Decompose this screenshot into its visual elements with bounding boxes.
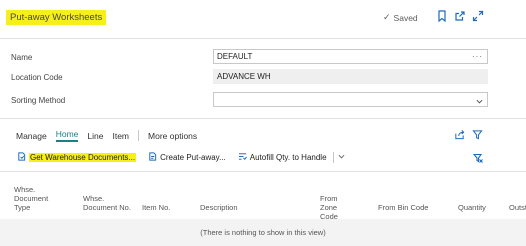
checkmark-icon: ✓: [383, 12, 391, 22]
expand-icon[interactable]: [472, 10, 484, 24]
saved-status: ✓ Saved: [383, 12, 418, 23]
name-value: DEFAULT: [217, 52, 253, 61]
tab-line[interactable]: Line: [87, 131, 103, 141]
more-actions-chevron-icon[interactable]: [338, 153, 345, 162]
grid-divider: [0, 171, 526, 172]
action-separator: [332, 152, 334, 163]
saved-label: Saved: [393, 12, 418, 23]
location-code-label: Location Code: [11, 73, 63, 82]
name-label: Name: [11, 53, 33, 62]
column-header-description[interactable]: Description: [200, 203, 238, 212]
column-header-from-zone[interactable]: From Zone Code: [320, 194, 356, 221]
empty-message: (There is nothing to show in this view): [200, 228, 326, 237]
name-field[interactable]: DEFAULT ···: [213, 49, 488, 64]
filter-icon[interactable]: [472, 129, 484, 141]
chevron-down-icon: [476, 96, 483, 104]
header-divider: [0, 38, 526, 39]
column-header-doc-no[interactable]: Whse. Document No.: [83, 194, 131, 212]
empty-grid: (There is nothing to show in this view): [0, 219, 526, 246]
create-put-away-button[interactable]: Create Put-away...: [148, 152, 226, 163]
open-new-window-icon[interactable]: [454, 10, 466, 24]
column-header-outstanding[interactable]: Outst: [509, 203, 526, 212]
sorting-method-select[interactable]: [213, 92, 488, 107]
more-options-button[interactable]: More options: [148, 131, 197, 141]
menu-separator: [138, 130, 140, 141]
location-code-value: ADVANCE WH: [217, 72, 271, 81]
column-header-from-bin[interactable]: From Bin Code: [378, 203, 428, 212]
action-menu: Manage Home Line Item More options: [16, 129, 206, 142]
clear-filter-icon[interactable]: [472, 153, 483, 165]
column-header-quantity[interactable]: Quantity: [458, 203, 486, 212]
section-divider: [0, 118, 526, 119]
share-icon[interactable]: [454, 129, 466, 141]
document-get-icon: [17, 152, 26, 163]
location-code-field: ADVANCE WH: [213, 69, 488, 84]
sorting-method-label: Sorting Method: [11, 96, 66, 105]
autofill-qty-label: Autofill Qty. to Handle: [249, 153, 327, 162]
tab-home[interactable]: Home: [55, 129, 79, 142]
action-bar: Get Warehouse Documents... Create Put-aw…: [17, 152, 345, 163]
tab-item[interactable]: Item: [112, 131, 129, 141]
more-icon[interactable]: ···: [472, 50, 483, 63]
tab-manage[interactable]: Manage: [16, 131, 47, 141]
page-title: Put-away Worksheets: [6, 10, 107, 25]
autofill-qty-button[interactable]: Autofill Qty. to Handle: [238, 152, 327, 163]
create-document-icon: [148, 152, 157, 163]
autofill-icon: [238, 152, 247, 163]
create-put-away-label: Create Put-away...: [160, 153, 226, 162]
column-header-item-no[interactable]: Item No.: [142, 203, 170, 212]
column-header-doc-type[interactable]: Whse. Document Type: [14, 185, 54, 212]
get-warehouse-documents-label: Get Warehouse Documents...: [29, 153, 137, 162]
get-warehouse-documents-button[interactable]: Get Warehouse Documents...: [17, 152, 137, 163]
bookmark-icon[interactable]: [436, 10, 448, 24]
